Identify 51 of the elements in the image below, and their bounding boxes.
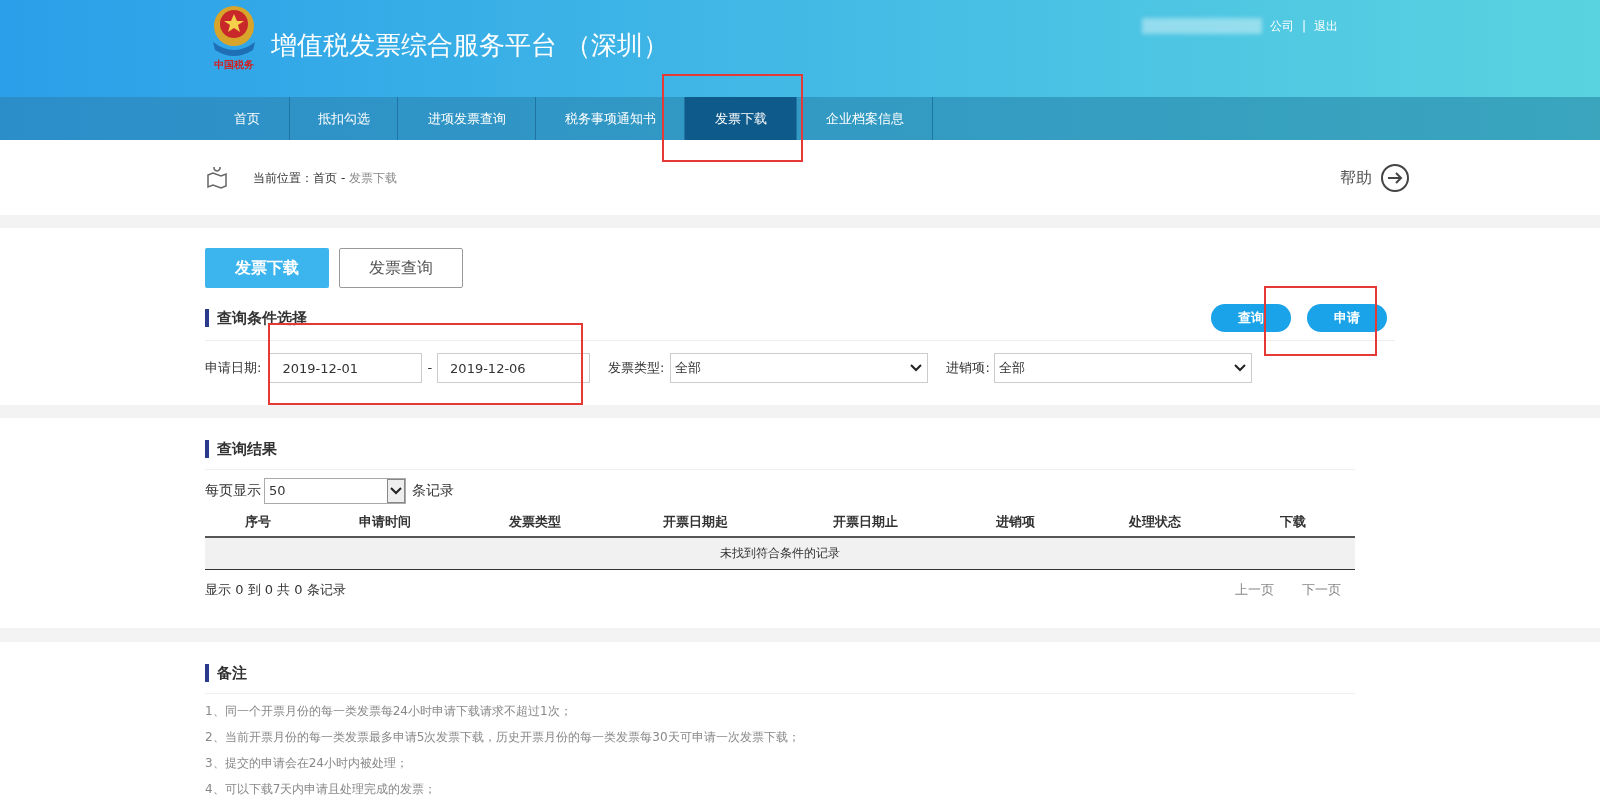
note-text: 3、提交的申请会在24小时内被处理； xyxy=(205,754,409,772)
section-marker xyxy=(205,664,209,683)
breadcrumb-link[interactable]: 首页 xyxy=(313,168,337,187)
chevron-down-icon xyxy=(387,478,405,503)
chevron-down-icon xyxy=(909,363,924,373)
date-from-field[interactable]: 2019-12-01 xyxy=(269,353,423,383)
breadcrumb-label: 当前位置： xyxy=(253,169,313,187)
invoice-type-label: 发票类型: xyxy=(608,359,665,378)
invoice-type-select[interactable]: 全部 xyxy=(670,353,929,383)
page-size-select[interactable]: 50 xyxy=(264,477,406,504)
section-marker xyxy=(205,440,209,459)
date-to-field[interactable]: 2019-12-06 xyxy=(437,353,591,383)
help-link[interactable]: 帮助 xyxy=(1340,162,1410,193)
arrow-right-circle-icon xyxy=(1380,162,1410,193)
breadcrumb-separator: - xyxy=(341,169,346,187)
next-page-link[interactable]: 下一页 xyxy=(1302,579,1341,599)
column-header: 发票类型 xyxy=(508,512,562,531)
tab-button[interactable]: 发票下载 xyxy=(205,248,329,288)
separator: | xyxy=(1301,18,1306,35)
chevron-down-icon xyxy=(1232,363,1247,373)
records-summary: 显示 0 到 0 共 0 条记录 xyxy=(205,580,346,599)
column-header: 进销项 xyxy=(994,512,1036,531)
column-header: 开票日期起 xyxy=(661,512,729,531)
column-header: 序号 xyxy=(243,512,272,531)
action-button[interactable]: 申请 xyxy=(1307,304,1387,332)
date-separator: - xyxy=(427,359,433,378)
section-marker xyxy=(205,309,209,327)
breadcrumb-current: 发票下载 xyxy=(349,169,398,187)
note-text: 4、可以下载7天内申请且处理完成的发票； xyxy=(205,780,438,798)
action-button[interactable]: 查询 xyxy=(1211,304,1291,332)
nav-tab[interactable]: 发票下载 xyxy=(685,97,797,140)
column-header: 处理状态 xyxy=(1128,512,1182,531)
page-size-label: 每页显示 xyxy=(205,481,261,500)
company-suffix: 公司 xyxy=(1269,18,1294,35)
note-text: 1、同一个开票月份的每一类发票每24小时申请下载请求不超过1次； xyxy=(205,702,573,720)
records-label: 条记录 xyxy=(412,481,454,500)
map-pin-icon xyxy=(205,166,229,189)
section-title: 查询结果 xyxy=(217,439,277,460)
note-text: 2、当前开票月份的每一类发票最多申请5次发票下载，历史开票月份的每一类发票每30天可申请一次发票下载； xyxy=(205,728,801,746)
section-title: 备注 xyxy=(217,663,247,684)
direction-select[interactable]: 全部 xyxy=(993,353,1252,383)
column-header: 下载 xyxy=(1278,512,1307,531)
tab-button[interactable]: 发票查询 xyxy=(339,248,463,288)
direction-label: 进销项: xyxy=(946,359,990,378)
column-header: 开票日期止 xyxy=(831,512,899,531)
prev-page-link[interactable]: 上一页 xyxy=(1235,579,1274,599)
date-label: 申请日期: xyxy=(205,359,262,378)
column-header: 申请时间 xyxy=(358,512,412,531)
empty-message: 未找到符合条件的记录 xyxy=(720,545,840,562)
site-title: 增值税发票综合服务平台 （深圳） xyxy=(271,29,670,62)
logo-caption: 中国税务 xyxy=(214,60,254,70)
